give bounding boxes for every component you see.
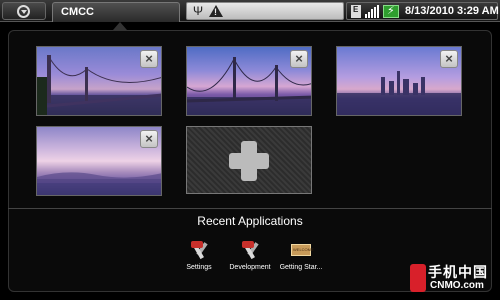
app-label: Getting Star...: [279, 264, 323, 271]
close-window-3-button[interactable]: ×: [440, 50, 458, 68]
close-window-4-button[interactable]: ×: [140, 130, 158, 148]
development-tools-icon: [239, 238, 261, 260]
watermark-en: CNMO.com: [430, 280, 484, 291]
data-indicator: E: [353, 5, 359, 14]
status-clock: 8/13/2010 3:29 AM: [405, 5, 499, 17]
cnmo-logo-icon: [410, 264, 426, 292]
usb-icon: Ψ: [193, 4, 204, 18]
system-tray[interactable]: E ⚡ 8/13/2010 3:29 AM: [346, 2, 499, 20]
watermark-cn: 手机中国: [428, 264, 488, 280]
menu-icon: [17, 5, 30, 18]
add-window-button[interactable]: [186, 126, 312, 194]
panel-pointer: [113, 22, 127, 30]
welcome-card-icon: WELCOME: [290, 238, 314, 260]
menu-button[interactable]: [2, 2, 46, 20]
close-window-1-button[interactable]: ×: [140, 50, 158, 68]
battery-charging-icon: ⚡: [383, 5, 399, 18]
signal-icon: [365, 5, 379, 18]
data-edge-icon: E: [351, 5, 361, 18]
close-window-2-button[interactable]: ×: [290, 50, 308, 68]
recent-app-getting-started[interactable]: WELCOME Getting Star...: [270, 238, 332, 271]
status-bar: CMCC Ψ ! E ⚡ 8/13/2010 3:29 AM: [0, 0, 500, 22]
carrier-label: CMCC: [61, 6, 94, 18]
notification-area[interactable]: Ψ !: [186, 2, 344, 20]
settings-tools-icon: [188, 238, 210, 260]
section-divider: [8, 208, 492, 209]
cnmo-watermark: 手机中国 CNMO.com: [408, 262, 496, 296]
warning-icon: !: [209, 5, 223, 17]
recent-applications-title: Recent Applications: [197, 214, 303, 228]
carrier-tab[interactable]: CMCC: [52, 2, 180, 22]
